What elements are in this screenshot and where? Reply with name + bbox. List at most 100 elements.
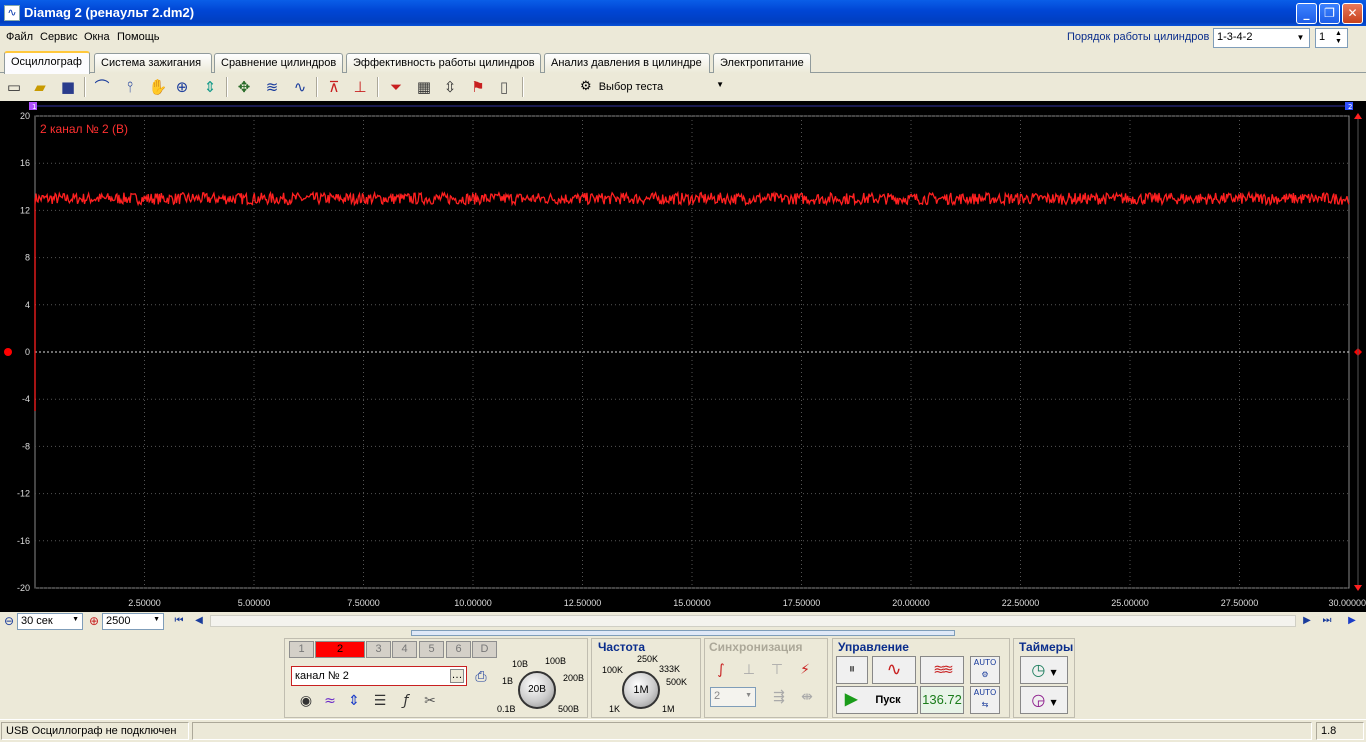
signal-trace (34, 190, 1350, 411)
zoom-icon[interactable]: ⊕ (171, 76, 193, 98)
sync-auto-icon[interactable]: ⚡ (794, 659, 816, 681)
channel-6-button[interactable]: 6 (446, 641, 471, 658)
sine-mode-button[interactable]: ∿ (872, 656, 916, 684)
tab-bar: Осциллограф Система зажигания Сравнение … (0, 51, 1366, 74)
cylinder-order-spinner[interactable]: 1 ▲ ▼ (1315, 28, 1348, 48)
sync-rising-icon[interactable]: ∫ (710, 659, 732, 681)
sync-merge-icon[interactable]: ⇼ (796, 686, 818, 708)
tab-power-supply[interactable]: Электропитание (713, 53, 811, 73)
time-window-value: 30 сек (21, 615, 53, 627)
auto-scale-icon[interactable]: ⊼ (323, 76, 345, 98)
crosshair-icon[interactable]: ✥ (233, 76, 255, 98)
tab-ignition-system[interactable]: Система зажигания (94, 53, 212, 73)
wave-overlay-icon[interactable]: ≋ (261, 76, 283, 98)
new-file-icon[interactable]: ▭ (3, 76, 25, 98)
document-icon[interactable]: ▯ (493, 76, 515, 98)
line-style-icon[interactable]: ☰ (369, 690, 391, 712)
y-tick-label: 16 (20, 158, 30, 168)
first-page-icon[interactable]: ⏮ (170, 610, 188, 632)
last-page-icon[interactable]: ⏭ (1318, 610, 1336, 632)
cylinder-order-label: Порядок работы цилиндров (1067, 31, 1210, 43)
channel-5-button[interactable]: 5 (419, 641, 444, 658)
auto-top-button[interactable]: АUTO ⚙ (970, 656, 1000, 684)
prev-page-icon[interactable]: ◀ (190, 610, 208, 632)
open-folder-icon[interactable]: ▰ (29, 76, 51, 98)
split-horizontal-icon[interactable]: ⇳ (439, 76, 461, 98)
fit-view-icon[interactable]: ⇕ (199, 76, 221, 98)
chevron-down-icon: ▼ (745, 692, 752, 699)
sync-channel-value: 2 (714, 690, 721, 702)
eye-icon[interactable]: ◉ (295, 690, 317, 712)
cylinder-order-select[interactable]: 1-3-4-2 ▼ (1213, 28, 1310, 48)
sync-level-icon[interactable]: ⇶ (768, 686, 790, 708)
wave-noise-icon[interactable]: ≈ (319, 690, 341, 712)
device-settings-icon[interactable]: ⎙ (470, 666, 492, 688)
sync-down-icon[interactable]: ⊤ (766, 659, 788, 681)
zero-offset-icon[interactable]: ⊥ (349, 76, 371, 98)
pause-button[interactable]: ⏸ (836, 656, 868, 684)
horizontal-scrollbar[interactable] (210, 615, 1296, 627)
save-icon[interactable]: ■ (57, 76, 79, 98)
vertical-scale-icon[interactable]: ⇕ (343, 690, 365, 712)
x-tick-label: 2.50000 (128, 598, 161, 608)
restore-button[interactable]: ❐ (1319, 3, 1340, 24)
test-select-dropdown[interactable]: ⚙ Выбор теста ▼ (574, 75, 730, 98)
more-options-icon[interactable]: … (450, 669, 464, 683)
oscilloscope-chart[interactable]: 1 2 20 16 12 8 4 0 -4 -8 -12 -16 -20 2.50000 5.00000 7.… (0, 101, 1366, 613)
time-window-select[interactable]: 30 сек ▼ (17, 613, 83, 630)
channel-2-button[interactable]: 2 (315, 641, 365, 658)
tab-cylinder-efficiency[interactable]: Эффективность работы цилиндров (346, 53, 541, 73)
menu-windows[interactable]: Окна (84, 31, 110, 43)
next-page-icon[interactable]: ▶ (1298, 610, 1316, 632)
menu-service[interactable]: Сервис (40, 31, 78, 43)
channel-d-button[interactable]: D (472, 641, 497, 658)
hand-pan-icon[interactable]: ✋ (147, 76, 169, 98)
function-icon[interactable]: ƒ (395, 690, 417, 712)
start-button[interactable]: ▶ Пуск (836, 686, 918, 714)
flag-icon[interactable]: ⚑ (467, 76, 489, 98)
status-message: USB Осциллограф не подключен (1, 722, 189, 740)
cylinder-order-value: 1-3-4-2 (1217, 31, 1253, 43)
x-tick-label: 30.00000 (1328, 598, 1366, 608)
status-bar: USB Осциллограф не подключен 1.8 (0, 719, 1366, 742)
chevron-down-icon: ▼ (72, 616, 79, 623)
axis-tool-icon[interactable]: ⫯ (119, 76, 141, 98)
minimize-button[interactable]: _ (1296, 3, 1317, 24)
curve-tool-icon[interactable]: ⌒ (91, 76, 113, 98)
tab-oscilloscope[interactable]: Осциллограф (4, 51, 90, 74)
close-button[interactable]: ✕ (1342, 3, 1363, 24)
channel-1-button[interactable]: 1 (289, 641, 314, 658)
menu-help[interactable]: Помощь (117, 31, 160, 43)
filter-icon[interactable]: ⏷ (385, 76, 407, 98)
timer-stop-button[interactable]: ◶ ▼ (1020, 686, 1068, 714)
zoom-in-icon[interactable]: ⊕ (86, 610, 102, 632)
channel-3-button[interactable]: 3 (366, 641, 391, 658)
auto-bottom-button[interactable]: АUTO ⇆ (970, 686, 1000, 714)
y-tick-label: 4 (25, 300, 30, 310)
frequency-knob[interactable]: 1M (622, 671, 660, 709)
tab-cylinder-comparison[interactable]: Сравнение цилиндров (214, 53, 343, 73)
splitter-handle[interactable] (411, 630, 955, 636)
tab-cylinder-pressure[interactable]: Анализ давления в цилиндре (544, 53, 710, 73)
sync-title: Синхронизация (709, 640, 803, 654)
wave-split-icon[interactable]: ∿ (289, 76, 311, 98)
menu-file[interactable]: Файл (6, 31, 33, 43)
scroll-down-arrow (1354, 585, 1362, 591)
play-icon[interactable]: ▶ (1342, 610, 1362, 632)
freq-label-500k: 500K (666, 677, 688, 687)
samples-select[interactable]: 2500 ▼ (102, 613, 164, 630)
timebase-bar: ⊖ 30 сек ▼ ⊕ 2500 ▼ ⏮ ◀ ▶ ⏭ ▶ (0, 612, 1366, 630)
zoom-out-icon[interactable]: ⊖ (1, 610, 17, 632)
channel-4-button[interactable]: 4 (392, 641, 417, 658)
sync-up-icon[interactable]: ⊥ (738, 659, 760, 681)
channel-name-field[interactable]: канал № 2 … (291, 666, 467, 686)
tools-icon[interactable]: ✂ (419, 690, 441, 712)
chevron-down-icon: ▼ (153, 616, 160, 623)
voltage-knob[interactable]: 20В (518, 671, 556, 709)
control-title: Управление (838, 640, 909, 654)
sync-channel-select[interactable]: 2 ▼ (710, 687, 756, 707)
grid-icon[interactable]: ▦ (413, 76, 435, 98)
noise-mode-button[interactable]: ≋≋ (920, 656, 964, 684)
volt-label-200: 200В (563, 673, 585, 683)
timer-start-button[interactable]: ◷ ▼ (1020, 656, 1068, 684)
